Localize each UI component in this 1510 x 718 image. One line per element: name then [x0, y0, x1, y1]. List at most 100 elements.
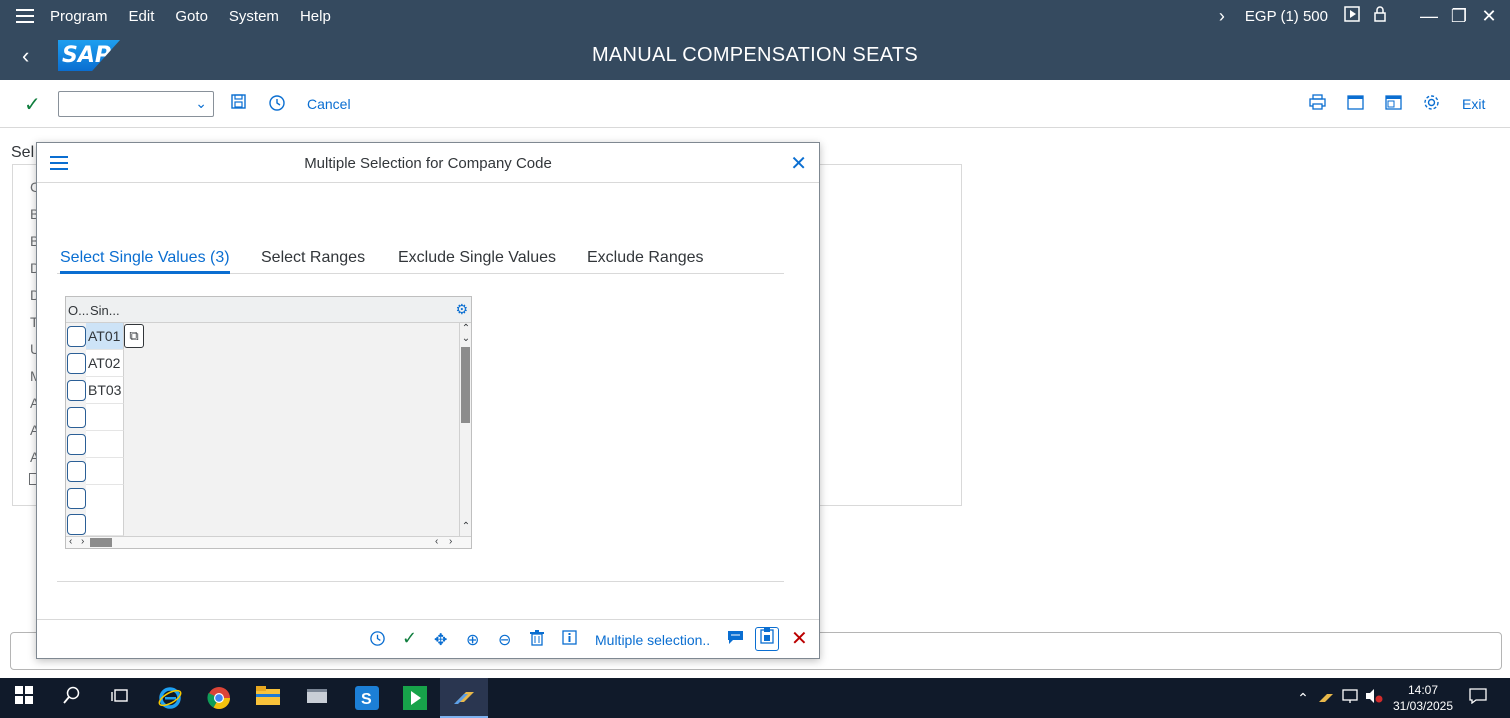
multiple-selection-button[interactable]: Multiple selection..	[595, 632, 710, 648]
internet-explorer-icon[interactable]	[158, 686, 182, 710]
scroll-thumb[interactable]	[461, 347, 470, 423]
copy-check-icon[interactable]: ✓	[402, 628, 417, 649]
table-row: AT01	[66, 323, 124, 350]
vertical-scrollbar[interactable]: ⌃ ⌄ ⌃ ⌄	[459, 323, 471, 548]
tab-exclude-ranges[interactable]: Exclude Ranges	[587, 249, 704, 267]
scroll-down-icon[interactable]: ⌄	[460, 333, 472, 344]
search-icon[interactable]	[60, 686, 84, 710]
windows-taskbar: S ⌃ 14:07 31/03/2025	[0, 678, 1510, 718]
command-field[interactable]: ⌄	[58, 91, 214, 117]
cancel-button[interactable]: Cancel	[307, 96, 351, 112]
menu-goto[interactable]: Goto	[175, 8, 208, 25]
single-value-cell[interactable]: AT01	[86, 323, 124, 350]
chrome-icon[interactable]	[207, 686, 231, 710]
option-checkbox[interactable]	[67, 353, 86, 374]
restore-icon[interactable]: ❐	[1444, 6, 1474, 27]
menu-icon[interactable]	[0, 9, 50, 23]
print-icon[interactable]	[1309, 94, 1326, 115]
tab-strip: Select Single Values (3) Select Ranges E…	[57, 241, 784, 274]
option-checkbox[interactable]	[67, 380, 86, 401]
single-value-cell[interactable]: BT03	[86, 377, 124, 404]
menu-program[interactable]: Program	[50, 8, 108, 25]
menubar-right: › EGP (1) 500 — ❐ ✕	[1205, 0, 1510, 32]
message-icon[interactable]	[727, 630, 744, 650]
menu-help[interactable]: Help	[300, 8, 331, 25]
show-hidden-icons-icon[interactable]: ⌃	[1291, 686, 1315, 710]
table-row	[66, 404, 124, 431]
page-title: MANUAL COMPENSATION SEATS	[591, 44, 919, 66]
history-icon[interactable]	[268, 94, 286, 117]
table-settings-icon[interactable]: ⚙	[455, 301, 468, 318]
scroll-left-icon[interactable]: ‹	[69, 536, 72, 547]
multiple-selection-dialog: Multiple Selection for Company Code ✕ Se…	[36, 142, 820, 659]
chevron-right-icon[interactable]: ›	[1219, 6, 1225, 27]
scroll-thumb[interactable]	[90, 538, 112, 547]
paste-clipboard-icon[interactable]	[755, 627, 779, 651]
column-header-single-value[interactable]: Sin...	[90, 303, 120, 318]
close-window-icon[interactable]: ✕	[1474, 6, 1504, 27]
column-header-option[interactable]: O...	[68, 303, 89, 318]
network-icon[interactable]	[1338, 686, 1362, 710]
single-value-cell[interactable]	[86, 511, 124, 536]
close-icon[interactable]: ✕	[790, 151, 807, 176]
system-info[interactable]: EGP (1) 500	[1245, 8, 1328, 25]
single-value-cell[interactable]	[86, 404, 124, 431]
delete-icon[interactable]	[530, 630, 544, 651]
add-row-icon[interactable]: ⊕	[466, 630, 479, 650]
system-clock[interactable]: 14:07 31/03/2025	[1388, 682, 1458, 714]
save-icon[interactable]	[231, 94, 246, 114]
tray-app-icon[interactable]	[1314, 686, 1338, 710]
single-value-cell[interactable]	[86, 431, 124, 458]
option-checkbox[interactable]	[67, 488, 86, 509]
single-value-cell[interactable]: AT02	[86, 350, 124, 377]
table-row	[66, 458, 124, 485]
table-row: AT02	[66, 350, 124, 377]
option-checkbox[interactable]	[67, 407, 86, 428]
scroll-right-icon[interactable]: ›	[449, 536, 452, 547]
tab-select-single-values[interactable]: Select Single Values (3)	[60, 249, 230, 274]
enter-check-icon[interactable]: ✓	[24, 92, 41, 117]
info-icon[interactable]	[562, 630, 577, 650]
expand-arrows-icon[interactable]: ✥	[434, 630, 447, 650]
table-row: BT03	[66, 377, 124, 404]
value-help-icon[interactable]: ⧉	[124, 324, 144, 348]
history-icon[interactable]	[369, 630, 386, 652]
active-taskbar-app[interactable]	[440, 678, 488, 718]
task-view-icon[interactable]	[108, 686, 132, 710]
application-toolbar: ✓ ⌄ Cancel Exit	[0, 80, 1510, 128]
single-value-cell[interactable]	[86, 458, 124, 485]
tab-exclude-single-values[interactable]: Exclude Single Values	[398, 249, 556, 267]
tab-select-ranges[interactable]: Select Ranges	[261, 249, 365, 267]
scroll-right-icon[interactable]: ›	[81, 536, 84, 547]
cancel-icon[interactable]: ✕	[791, 626, 808, 651]
option-checkbox[interactable]	[67, 326, 86, 347]
title-bar: ‹ SAP MANUAL COMPENSATION SEATS	[0, 32, 1510, 80]
notifications-icon[interactable]	[1466, 686, 1490, 710]
windows-start-icon[interactable]	[12, 686, 36, 710]
file-explorer-icon[interactable]	[256, 686, 280, 710]
minimize-icon[interactable]: —	[1414, 6, 1444, 27]
new-window-icon[interactable]	[1347, 94, 1364, 115]
app-window-icon[interactable]	[305, 686, 329, 710]
option-checkbox[interactable]	[67, 434, 86, 455]
single-value-cell[interactable]	[86, 485, 124, 512]
table-row	[66, 511, 124, 536]
menu-system[interactable]: System	[229, 8, 279, 25]
menu-edit[interactable]: Edit	[129, 8, 155, 25]
exit-button[interactable]: Exit	[1462, 96, 1485, 112]
table-header: O... Sin... ⚙	[66, 297, 471, 323]
menu-bar: Program Edit Goto System Help › EGP (1) …	[0, 0, 1510, 32]
chevron-down-icon[interactable]: ⌄	[195, 95, 207, 112]
media-player-icon[interactable]	[403, 686, 427, 710]
volume-muted-icon[interactable]	[1362, 686, 1386, 710]
sap-app-icon[interactable]: S	[355, 686, 379, 710]
horizontal-scrollbar[interactable]: ‹ › ‹ ›	[66, 536, 471, 548]
option-checkbox[interactable]	[67, 514, 86, 535]
lock-icon[interactable]	[1374, 6, 1386, 26]
settings-gear-icon[interactable]	[1423, 94, 1440, 116]
window-layout-icon[interactable]	[1385, 94, 1402, 115]
scroll-left-icon[interactable]: ‹	[435, 536, 438, 547]
play-icon[interactable]	[1344, 6, 1360, 26]
option-checkbox[interactable]	[67, 461, 86, 482]
remove-row-icon[interactable]: ⊖	[498, 630, 511, 650]
